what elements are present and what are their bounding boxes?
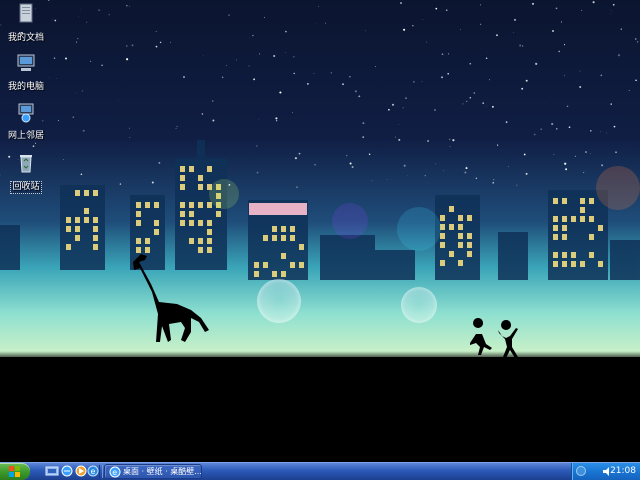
desktop-icon-label: 我的文档 <box>7 33 44 43</box>
quick-launch-separator <box>99 465 103 478</box>
network-places-icon <box>18 103 34 123</box>
desktop-icon-network-places[interactable]: 网上邻居 <box>4 101 48 142</box>
desktop-icon-my-documents[interactable]: 我的文档 <box>4 3 48 44</box>
ie-icon[interactable]: e <box>86 464 100 478</box>
taskbar-window-button[interactable]: e 桌面 · 壁纸 · 桌酷壁... <box>104 464 202 479</box>
desktop-icon-my-computer[interactable]: 我的电脑 <box>4 52 48 93</box>
show-hidden-icons-chevron[interactable] <box>576 466 586 476</box>
svg-text:e: e <box>112 468 117 477</box>
desktop[interactable]: 我的文档 我的电脑 网上邻居 回收站 <box>0 0 640 462</box>
show-desktop-icon[interactable] <box>45 464 59 478</box>
desktop-icon-recycle-bin[interactable]: 回收站 <box>4 152 48 194</box>
internet-explorer-icon: e <box>109 466 121 478</box>
windows-logo-icon <box>9 466 20 477</box>
desktop-icon-label: 我的电脑 <box>7 82 44 92</box>
wallpaper-image <box>0 0 640 462</box>
start-button[interactable] <box>0 463 30 480</box>
system-tray: 21:08 <box>571 463 640 480</box>
clock[interactable]: 21:08 <box>610 465 636 478</box>
taskbar-window-title: 桌面 · 壁纸 · 桌酷壁... <box>123 467 201 476</box>
internet-explorer-icon[interactable] <box>60 464 74 478</box>
desktop-icon-label: 回收站 <box>10 181 42 194</box>
recycle-bin-icon <box>20 155 32 173</box>
taskbar: e e 桌面 · 壁纸 · 桌酷壁... 21:08 <box>0 462 640 480</box>
my-computer-icon <box>17 54 35 71</box>
my-documents-icon <box>19 3 33 23</box>
desktop-icon-label: 网上邻居 <box>7 131 44 141</box>
svg-text:e: e <box>91 467 96 476</box>
